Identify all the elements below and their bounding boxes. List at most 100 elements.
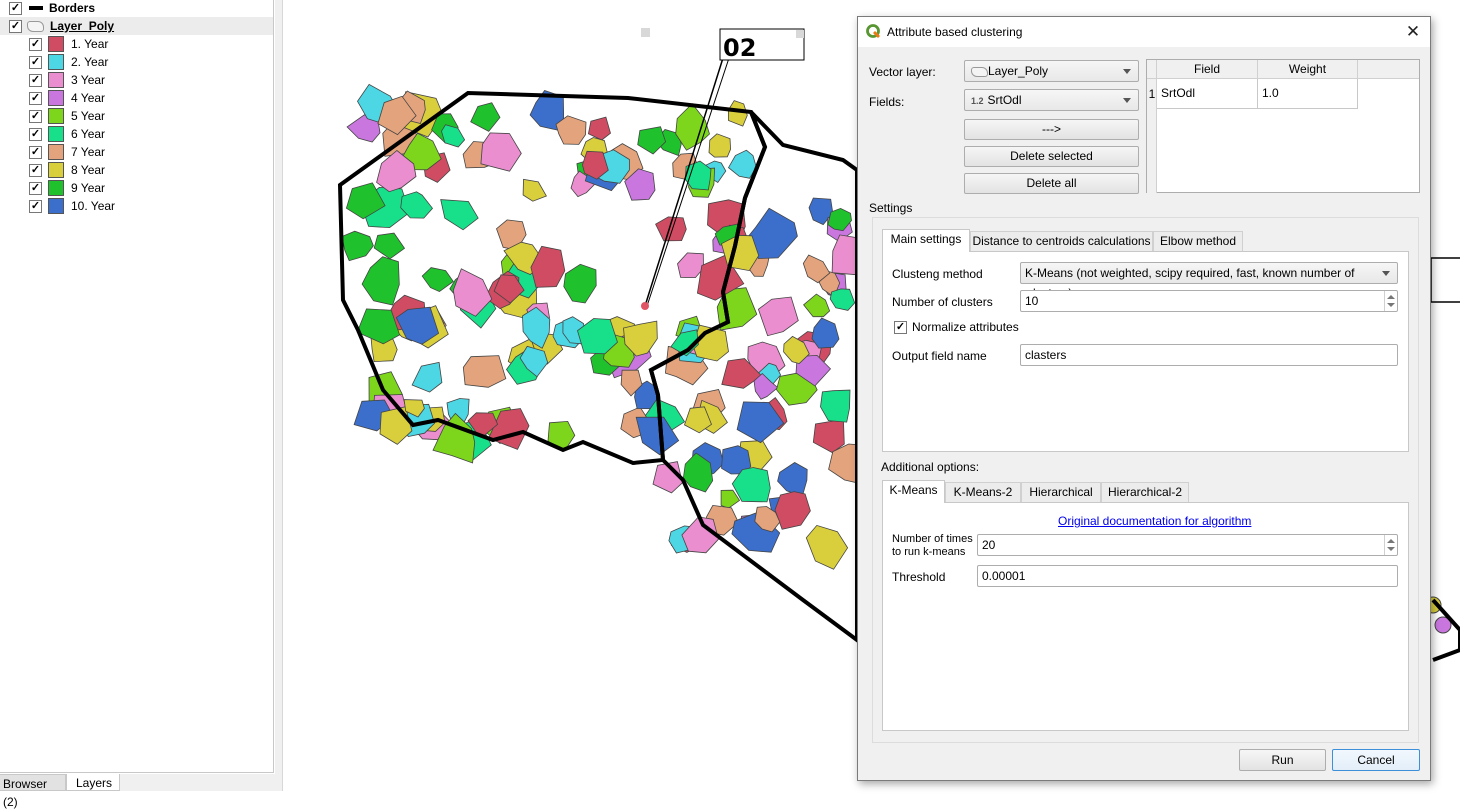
map-parcel-polygon bbox=[421, 267, 454, 293]
tab-layers[interactable]: Layers bbox=[66, 774, 120, 791]
legend-category-item[interactable]: ✓ 4 Year bbox=[29, 89, 105, 107]
category-checkbox[interactable]: ✓ bbox=[29, 199, 42, 213]
run-button[interactable]: Run bbox=[1239, 749, 1326, 771]
clustering-method-select[interactable]: K-Means (not weighted, scipy required, f… bbox=[1020, 262, 1398, 300]
delete-all-button[interactable]: Delete all bbox=[964, 173, 1139, 194]
legend-category-item[interactable]: ✓ 9 Year bbox=[29, 179, 105, 197]
output-field-name-value: clasters bbox=[1025, 348, 1067, 362]
documentation-link[interactable]: Original documentation for algorithm bbox=[1058, 514, 1251, 528]
map-parcel-polygon bbox=[805, 524, 849, 570]
tab-hierarchical-2[interactable]: Hierarchical-2 bbox=[1101, 482, 1189, 502]
map-parcel-polygon bbox=[587, 116, 611, 141]
category-checkbox[interactable]: ✓ bbox=[29, 181, 42, 195]
spinner-arrows-icon[interactable] bbox=[1384, 535, 1397, 555]
number-of-times-label: Number of times to run k-means bbox=[892, 533, 973, 559]
number-of-clusters-label: Number of clusters bbox=[892, 295, 993, 309]
map-parcel-polygon bbox=[480, 132, 522, 172]
category-label: 6 Year bbox=[71, 127, 106, 141]
category-color-swatch bbox=[48, 162, 64, 178]
legend-category-item[interactable]: ✓ 6 Year bbox=[29, 125, 105, 143]
column-header-field[interactable]: Field bbox=[1157, 60, 1258, 79]
tab-kmeans[interactable]: K-Means bbox=[882, 480, 945, 503]
category-checkbox[interactable]: ✓ bbox=[29, 37, 42, 51]
map-parcel-polygon bbox=[655, 216, 687, 242]
map-parcel-polygon bbox=[727, 149, 757, 179]
category-checkbox[interactable]: ✓ bbox=[29, 73, 42, 87]
layer-row-layer-poly[interactable]: ✓ Layer_Poly bbox=[0, 17, 273, 35]
map-parcel-polygon bbox=[441, 124, 466, 148]
layer-name-borders: Borders bbox=[49, 1, 96, 15]
number-of-clusters-spinbox[interactable]: 10 bbox=[1020, 290, 1398, 312]
tab-hierarchical[interactable]: Hierarchical bbox=[1021, 482, 1101, 502]
delete-selected-button[interactable]: Delete selected bbox=[964, 146, 1139, 167]
normalize-attributes-checkbox[interactable]: ✓ Normalize attributes bbox=[894, 320, 1019, 334]
category-checkbox[interactable]: ✓ bbox=[29, 127, 42, 141]
table-cell-weight[interactable]: 1.0 bbox=[1258, 79, 1358, 109]
output-field-name-label: Output field name bbox=[892, 349, 987, 363]
map-parcel-polygon bbox=[820, 389, 851, 423]
vector-layer-select[interactable]: Layer_Poly bbox=[964, 60, 1139, 82]
fields-table[interactable]: Field Weight 1 SrtOdl 1.0 bbox=[1146, 59, 1420, 193]
output-field-name-input[interactable]: clasters bbox=[1020, 344, 1398, 366]
number-of-clusters-value: 10 bbox=[1025, 294, 1039, 308]
dialog-titlebar[interactable]: Attribute based clustering ✕ bbox=[858, 17, 1430, 47]
panel-splitter[interactable] bbox=[275, 0, 283, 791]
legend-category-item[interactable]: ✓ 1. Year bbox=[29, 35, 108, 53]
panel-tabs: Browser (2) Layers bbox=[0, 774, 275, 809]
tab-main-settings[interactable]: Main settings bbox=[882, 229, 970, 252]
checkbox-checked-icon[interactable]: ✓ bbox=[894, 320, 907, 334]
category-label: 5 Year bbox=[71, 109, 106, 123]
attribute-clustering-dialog: Attribute based clustering ✕ Vector laye… bbox=[857, 16, 1431, 781]
tab-elbow-method[interactable]: Elbow method bbox=[1153, 231, 1243, 251]
layer-checkbox-layer-poly[interactable]: ✓ bbox=[9, 19, 22, 33]
table-corner bbox=[1147, 60, 1157, 79]
cancel-button[interactable]: Cancel bbox=[1332, 749, 1420, 771]
row-index[interactable]: 1 bbox=[1147, 79, 1157, 109]
chevron-down-icon bbox=[1123, 98, 1131, 103]
legend-category-item[interactable]: ✓ 7 Year bbox=[29, 143, 105, 161]
layer-row-borders[interactable]: ✓ Borders bbox=[9, 0, 95, 17]
category-checkbox[interactable]: ✓ bbox=[29, 163, 42, 177]
category-color-swatch bbox=[48, 54, 64, 70]
map-parcel-polygon bbox=[637, 126, 667, 155]
category-checkbox[interactable]: ✓ bbox=[29, 145, 42, 159]
label-anchor-point[interactable] bbox=[641, 302, 649, 310]
legend-category-item[interactable]: ✓ 3 Year bbox=[29, 71, 105, 89]
clustering-method-label: Clusteng method bbox=[892, 267, 983, 281]
category-label: 8 Year bbox=[71, 163, 106, 177]
legend-category-item[interactable]: ✓ 8 Year bbox=[29, 161, 105, 179]
chevron-down-icon bbox=[1123, 69, 1131, 74]
add-field-button[interactable]: ---> bbox=[964, 119, 1139, 140]
column-header-weight[interactable]: Weight bbox=[1258, 60, 1358, 79]
label-handle[interactable] bbox=[641, 28, 650, 37]
label-handle-2[interactable] bbox=[796, 30, 804, 38]
map-parcel-polygon bbox=[470, 102, 501, 132]
category-label: 1. Year bbox=[71, 37, 109, 51]
decimal-field-icon: 1.2 bbox=[971, 96, 984, 106]
tab-distance-to-centroids[interactable]: Distance to centroids calculations bbox=[970, 231, 1153, 251]
tab-browser[interactable]: Browser (2) bbox=[0, 774, 66, 809]
polygon-layer-icon bbox=[971, 66, 988, 77]
legend-category-item[interactable]: ✓ 10. Year bbox=[29, 197, 115, 215]
layer-checkbox-borders[interactable]: ✓ bbox=[9, 1, 22, 15]
map-parcel-polygon bbox=[379, 406, 413, 445]
legend-category-item[interactable]: ✓ 5 Year bbox=[29, 107, 105, 125]
map-parcel-polygon bbox=[777, 462, 808, 497]
threshold-input[interactable]: 0.00001 bbox=[977, 565, 1398, 587]
map-parcel-polygon bbox=[774, 491, 811, 530]
map-parcel-polygon bbox=[462, 355, 507, 388]
close-button[interactable]: ✕ bbox=[1402, 21, 1424, 43]
threshold-value: 0.00001 bbox=[982, 569, 1026, 583]
number-of-times-spinbox[interactable]: 20 bbox=[977, 534, 1398, 556]
category-checkbox[interactable]: ✓ bbox=[29, 109, 42, 123]
number-of-times-label-line2: to run k-means bbox=[892, 546, 966, 558]
category-checkbox[interactable]: ✓ bbox=[29, 55, 42, 69]
fields-select[interactable]: 1.2 SrtOdl bbox=[964, 89, 1139, 111]
tab-kmeans-2[interactable]: K-Means-2 bbox=[945, 482, 1021, 502]
category-color-swatch bbox=[48, 36, 64, 52]
spinner-arrows-icon[interactable] bbox=[1384, 291, 1397, 311]
table-cell-field[interactable]: SrtOdl bbox=[1157, 79, 1258, 109]
category-checkbox[interactable]: ✓ bbox=[29, 91, 42, 105]
legend-category-item[interactable]: ✓ 2. Year bbox=[29, 53, 108, 71]
map-parcel-polygon bbox=[373, 232, 406, 260]
